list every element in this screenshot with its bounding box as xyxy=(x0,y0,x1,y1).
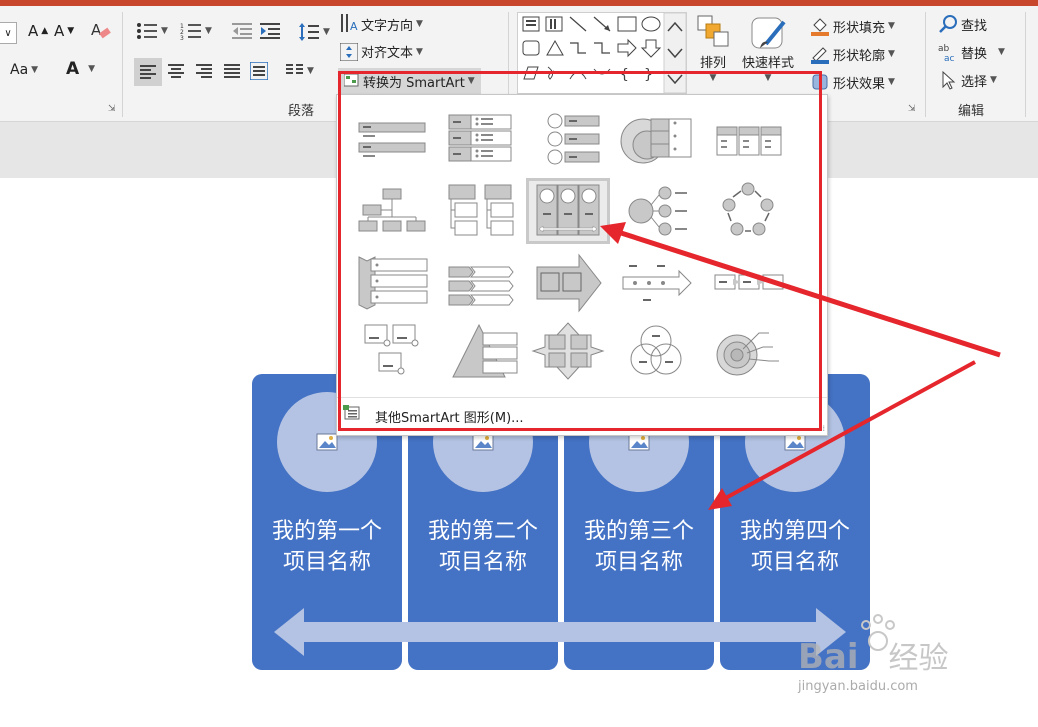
highlight-box xyxy=(338,71,822,431)
drawing-dialog-launcher-icon[interactable]: ⇲ xyxy=(908,104,916,114)
item-line1: 我的第三个 xyxy=(583,519,694,544)
font-size-dropdown[interactable]: ∨ xyxy=(0,22,17,44)
numbering-button[interactable]: 1 2 3 ▼ xyxy=(180,22,212,40)
paw-logo-icon xyxy=(861,614,895,651)
align-left-button[interactable] xyxy=(134,58,162,86)
search-icon xyxy=(939,15,957,33)
item-line1: 我的第二个 xyxy=(427,519,538,544)
item-line2: 项目名称 xyxy=(594,550,683,575)
line-spacing-button[interactable]: ▼ xyxy=(298,22,330,42)
align-right-icon[interactable] xyxy=(196,64,212,78)
replace-button[interactable]: ab ac 替换 ▼ xyxy=(938,42,1005,62)
align-text-icon xyxy=(340,42,358,61)
shape-outline-button[interactable]: 形状轮廓 ▼ xyxy=(810,44,895,64)
arrange-icon xyxy=(697,15,729,47)
smartart-item-text[interactable]: 我的第三个 项目名称 xyxy=(564,516,714,578)
find-button[interactable]: 查找 xyxy=(938,14,987,34)
replace-icon: abac xyxy=(938,44,955,62)
shape-fill-button[interactable]: 形状填充 ▼ xyxy=(810,16,895,36)
svg-text:ac: ac xyxy=(944,54,955,62)
bullets-icon xyxy=(137,23,157,39)
font-color-button[interactable]: A ▼ xyxy=(66,59,95,79)
font-dialog-launcher-icon[interactable]: ⇲ xyxy=(108,104,116,114)
cursor-arrow-icon xyxy=(942,70,956,90)
numbering-icon: 123 xyxy=(180,23,201,40)
clear-format-icon[interactable]: A xyxy=(90,19,112,41)
bullets-button[interactable]: ▼ xyxy=(136,22,168,40)
watermark-url: jingyan.baidu.com xyxy=(798,679,918,694)
text-direction-button[interactable]: A 文字方向 ▼ xyxy=(340,14,423,34)
svg-text:ab: ab xyxy=(938,44,950,54)
align-left-icon xyxy=(140,65,156,79)
align-text-button[interactable]: 对齐文本 ▼ xyxy=(340,42,423,61)
smartart-item-text[interactable]: 我的第四个 项目名称 xyxy=(720,516,870,578)
paragraph-group-label: 段落 xyxy=(288,104,315,119)
svg-text:A: A xyxy=(91,21,102,39)
smartart-item-text[interactable]: 我的第一个 项目名称 xyxy=(252,516,402,578)
editing-group-label: 编辑 xyxy=(958,104,985,119)
double-arrow-shape[interactable] xyxy=(270,604,850,660)
svg-text:A: A xyxy=(350,20,358,33)
svg-text:3: 3 xyxy=(180,35,184,40)
smartart-item-text[interactable]: 我的第二个 项目名称 xyxy=(408,516,558,578)
font-grow-icon[interactable]: A ▲ xyxy=(28,22,48,40)
item-line1: 我的第一个 xyxy=(271,519,382,544)
change-case-button[interactable]: Aa ▼ xyxy=(10,62,38,78)
shape-effects-button[interactable]: 形状效果 ▼ xyxy=(810,72,895,92)
quick-styles-icon xyxy=(751,17,786,49)
item-line2: 项目名称 xyxy=(282,550,371,575)
decrease-indent-icon[interactable] xyxy=(232,22,252,40)
columns-icon xyxy=(286,64,303,74)
font-shrink-icon[interactable]: A ▼ xyxy=(54,22,74,40)
select-button[interactable]: 选择 ▼ xyxy=(938,70,997,90)
distributed-icon[interactable] xyxy=(250,62,268,80)
justify-icon[interactable] xyxy=(224,64,240,78)
text-direction-icon: A xyxy=(341,14,358,33)
paint-bucket-icon xyxy=(811,18,829,36)
pen-outline-icon xyxy=(811,47,829,64)
item-line2: 项目名称 xyxy=(438,550,527,575)
picture-icon xyxy=(316,433,338,451)
item-line2: 项目名称 xyxy=(750,550,839,575)
increase-indent-icon[interactable] xyxy=(260,22,280,40)
align-center-icon[interactable] xyxy=(168,64,184,78)
item-line1: 我的第四个 xyxy=(739,519,850,544)
baidu-watermark: Bai 经验 jingyan.baidu.com xyxy=(798,614,949,694)
line-spacing-icon xyxy=(299,23,319,41)
columns-button[interactable]: ▼ xyxy=(286,64,314,78)
